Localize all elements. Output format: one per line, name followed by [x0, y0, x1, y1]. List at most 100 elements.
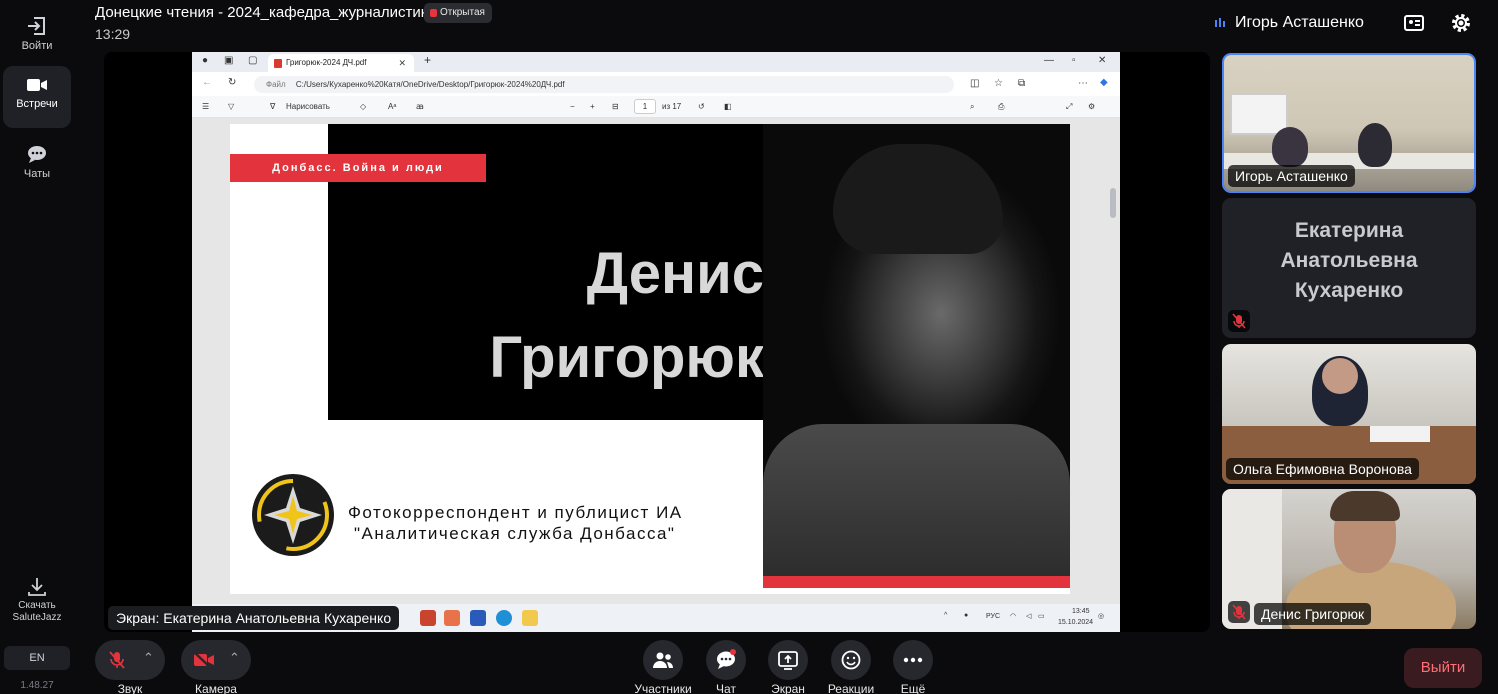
workspaces-icon: ▣ [224, 55, 234, 66]
tray-volume-icon: ◁ [1026, 613, 1032, 620]
url-field: Файл C:/Users/Кухаренко%20Катя/OneDrive/… [254, 76, 954, 93]
split-view-icon: ◫ [970, 78, 980, 89]
rail-item-meetings[interactable]: Встречи [3, 66, 71, 128]
more-dots-icon [903, 657, 923, 663]
meeting-access-badge: Открытая [424, 3, 492, 23]
agency-logo [252, 474, 334, 556]
camera-options-chevron-icon[interactable]: ⌃ [229, 650, 240, 666]
page-view-icon: ◧ [724, 102, 732, 111]
participant-tile[interactable]: Екатерина Анатольевна Кухаренко [1222, 198, 1476, 338]
zoom-out-icon: − [570, 102, 575, 111]
fit-page-icon: ⊟ [612, 102, 619, 111]
rail-item-label: Встречи [16, 98, 58, 110]
sound-options-chevron-icon[interactable]: ⌃ [143, 650, 154, 666]
pdf-toolbar: ☰ ▽ ∇ Нарисовать ◇ Aᵃ ꜳ − + ⊟ 1 из 17 ↺ … [192, 96, 1120, 118]
rail-item-label: Чаты [23, 168, 51, 180]
favorites-icon: ☆ [994, 78, 1003, 89]
audio-level-icon [1215, 18, 1225, 27]
tray-time: 13:45 [1072, 608, 1090, 615]
page-total: из 17 [662, 102, 682, 111]
slide-caption-line1: Фотокорреспондент и публицист ИА [348, 503, 683, 522]
tray-wifi-icon: ◠ [1010, 613, 1017, 620]
layout-view-icon[interactable] [1402, 11, 1426, 35]
participants-button[interactable] [643, 640, 683, 680]
pdf-document-area: Донбасс. Война и люди Денис Григорюк Фот… [192, 118, 1120, 604]
slide-red-bar [763, 576, 1070, 588]
notifications-icon: ◎ [1098, 613, 1105, 620]
slide-caption: Фотокорреспондент и публицист ИА "Аналит… [348, 502, 683, 545]
rail-item-chats[interactable]: Чаты [3, 134, 71, 196]
language-switch[interactable]: EN [4, 646, 70, 670]
participant-name: Денис Григорюк [1254, 603, 1372, 625]
more-icon: ⋯ [1078, 78, 1088, 89]
mic-muted-icon [1228, 310, 1250, 332]
url-scheme-label: Файл [266, 80, 286, 89]
camera-off-icon[interactable] [192, 650, 216, 670]
draw-icon: ∇ [270, 102, 276, 111]
chat-button[interactable] [706, 640, 746, 680]
tray-language: РУС [986, 613, 1001, 620]
slide-portrait-photo [763, 124, 1070, 576]
camera-label: Камера [195, 682, 237, 694]
print-icon: ⎙ [998, 102, 1005, 111]
tab-actions-icon: ▢ [248, 55, 258, 66]
pdf-settings-icon: ⚙ [1088, 102, 1096, 111]
highlight-icon: ▽ [228, 102, 235, 111]
slide-name-line1: Денис [586, 241, 764, 306]
more-button[interactable] [893, 640, 933, 680]
video-camera-icon [27, 79, 47, 91]
settings-gear-icon[interactable] [1449, 11, 1473, 35]
mic-muted-icon[interactable] [106, 649, 128, 671]
meeting-title: Донецкие чтения - 2024_кафедра_журналист… [95, 4, 436, 21]
rail-item-login[interactable]: Войти [3, 6, 71, 68]
url-text: C:/Users/Кухаренко%20Катя/OneDrive/Deskt… [295, 80, 565, 89]
camera-control[interactable]: ⌃ [181, 640, 251, 680]
participant-name: Ольга Ефимовна Воронова [1226, 458, 1419, 480]
window-close-icon: ✕ [1098, 55, 1107, 66]
screen-share-owner-label: Экран: Екатерина Анатольевна Кухаренко [108, 606, 400, 630]
participant-tile[interactable]: Игорь Асташенко [1222, 53, 1476, 193]
browser-address-bar: ← ↻ Файл C:/Users/Кухаренко%20Катя/OneDr… [192, 72, 1120, 96]
reactions-button[interactable] [831, 640, 871, 680]
rotate-icon: ↺ [698, 102, 705, 111]
slide-person-name: Денис Григорюк [328, 232, 764, 400]
new-tab-icon: + [424, 53, 432, 67]
browser-tab-pdf: Григорюк-2024 ДЧ.pdf ✕ [268, 54, 414, 72]
app-version: 1.48.27 [20, 680, 54, 691]
tray-date: 15.10.2024 [1058, 619, 1094, 626]
shared-screen-view[interactable]: ● ▣ ▢ Григорюк-2024 ДЧ.pdf ✕ + — ▫ ✕ ← ↻… [104, 52, 1210, 632]
meeting-clock: 13:29 [95, 26, 131, 42]
slide-topic-tag: Донбасс. Война и люди [230, 154, 486, 182]
screen-share-button[interactable] [768, 640, 808, 680]
tab-title: Григорюк-2024 ДЧ.pdf [286, 58, 367, 67]
word-icon [470, 610, 486, 626]
participant-tile[interactable]: Ольга Ефимовна Воронова [1222, 344, 1476, 484]
snipping-tool-icon [522, 610, 538, 626]
page-number-input: 1 [634, 99, 656, 114]
contents-icon: ☰ [202, 102, 210, 111]
chat-icon [717, 649, 736, 669]
chat-icon [28, 146, 46, 163]
participant-display-name: Екатерина Анатольевна Кухаренко [1280, 219, 1418, 302]
screen-share-icon [778, 651, 798, 670]
more-label: Ещё [900, 682, 926, 694]
participant-tile[interactable]: Денис Григорюк [1222, 489, 1476, 629]
mic-muted-icon [1228, 601, 1250, 623]
tray-chevron-icon: ^ [944, 612, 948, 619]
left-rail: Войти Встречи Чаты Скачать SaluteJazz EN… [0, 0, 74, 694]
maximize-icon: ▫ [1072, 55, 1076, 66]
rail-item-label: Войти [21, 40, 53, 52]
zoom-in-icon: + [590, 102, 595, 111]
smile-icon [841, 650, 861, 670]
read-aloud-icon: ꜳ [416, 102, 424, 111]
minimize-icon: — [1044, 55, 1054, 66]
leave-meeting-button[interactable]: Выйти [1404, 648, 1482, 688]
close-icon: ✕ [398, 58, 406, 68]
download-app-link[interactable]: Скачать SaluteJazz [3, 576, 71, 624]
pdf-search-icon: ⌕ [970, 102, 975, 111]
tray-battery-icon: ▭ [1038, 613, 1045, 620]
current-user-name: Игорь Асташенко [1235, 14, 1364, 31]
sound-control[interactable]: ⌃ [95, 640, 165, 680]
pdf-scrollbar [1110, 188, 1116, 218]
sound-label: Звук [117, 682, 143, 694]
